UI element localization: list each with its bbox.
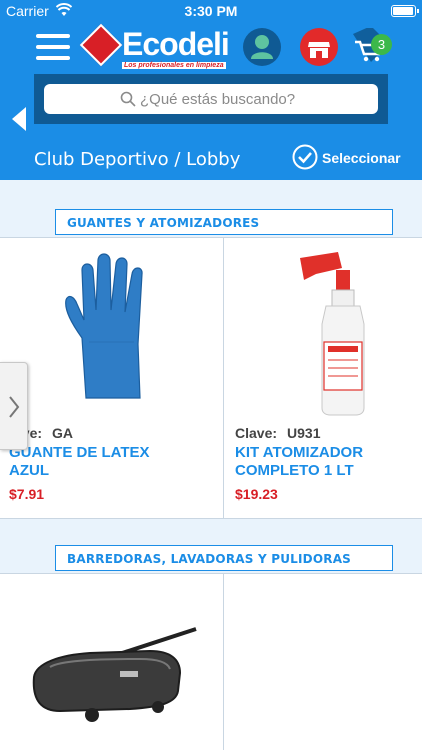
- blue-latex-glove-icon: [62, 252, 162, 405]
- search-icon: [120, 91, 136, 112]
- chevron-right-icon: [9, 396, 20, 418]
- app-header: Ecodeli Los profesionales en limpieza 3: [0, 22, 422, 180]
- product-card[interactable]: [224, 574, 422, 750]
- search-input[interactable]: ¿Qué estás buscando?: [44, 84, 378, 114]
- profile-button[interactable]: [243, 28, 281, 66]
- category-title: GUANTES Y ATOMIZADORES: [67, 216, 260, 230]
- product-card[interactable]: [0, 574, 223, 750]
- store-button[interactable]: [300, 28, 338, 66]
- product-row: Clave:GA GUANTE DE LATEX AZUL $7.91: [0, 237, 422, 519]
- product-row: [0, 573, 422, 750]
- logo-diamond-icon: [79, 23, 123, 67]
- ecodeli-logo: Ecodeli Los profesionales en limpieza: [79, 23, 238, 72]
- product-name[interactable]: GUANTE DE LATEX AZUL: [9, 444, 179, 480]
- search-placeholder: ¿Qué estás buscando?: [140, 91, 296, 108]
- product-name[interactable]: KIT ATOMIZADOR COMPLETO 1 LT: [235, 444, 405, 480]
- product-card[interactable]: Clave:GA GUANTE DE LATEX AZUL $7.91: [0, 238, 223, 518]
- hamburger-menu-button[interactable]: [36, 30, 72, 64]
- category-header[interactable]: BARREDORAS, LAVADORAS Y PULIDORAS: [55, 545, 393, 571]
- battery-icon: [391, 5, 419, 17]
- location-label: Club Deportivo / Lobby: [34, 149, 241, 170]
- side-drawer-tab[interactable]: [0, 362, 28, 450]
- product-clave: Clave: U931: [235, 425, 321, 441]
- select-label: Seleccionar: [322, 150, 401, 166]
- user-icon: [251, 35, 273, 59]
- logo-brand-text: Ecodeli: [122, 26, 230, 62]
- spray-bottle-icon: [294, 250, 374, 421]
- back-arrow-icon: [12, 107, 26, 131]
- back-button[interactable]: [10, 106, 28, 132]
- product-price: $7.91: [9, 486, 45, 502]
- product-price: $19.23: [235, 486, 278, 502]
- cart-count-badge: 3: [371, 34, 392, 55]
- carpet-sweeper-icon: [30, 619, 200, 734]
- status-bar: Carrier 3:30 PM: [0, 0, 422, 22]
- logo-tagline: Los profesionales en limpieza: [122, 62, 226, 69]
- check-circle-icon: [292, 144, 318, 170]
- status-time: 3:30 PM: [184, 3, 238, 19]
- category-title: BARREDORAS, LAVADORAS Y PULIDORAS: [67, 552, 352, 566]
- storefront-icon: [308, 42, 330, 58]
- product-card[interactable]: Clave: U931 KIT ATOMIZADOR COMPLETO 1 LT …: [224, 238, 422, 518]
- category-header[interactable]: GUANTES Y ATOMIZADORES: [55, 209, 393, 235]
- product-catalog[interactable]: GUANTES Y ATOMIZADORES Clave:GA GUANTE D…: [0, 180, 422, 750]
